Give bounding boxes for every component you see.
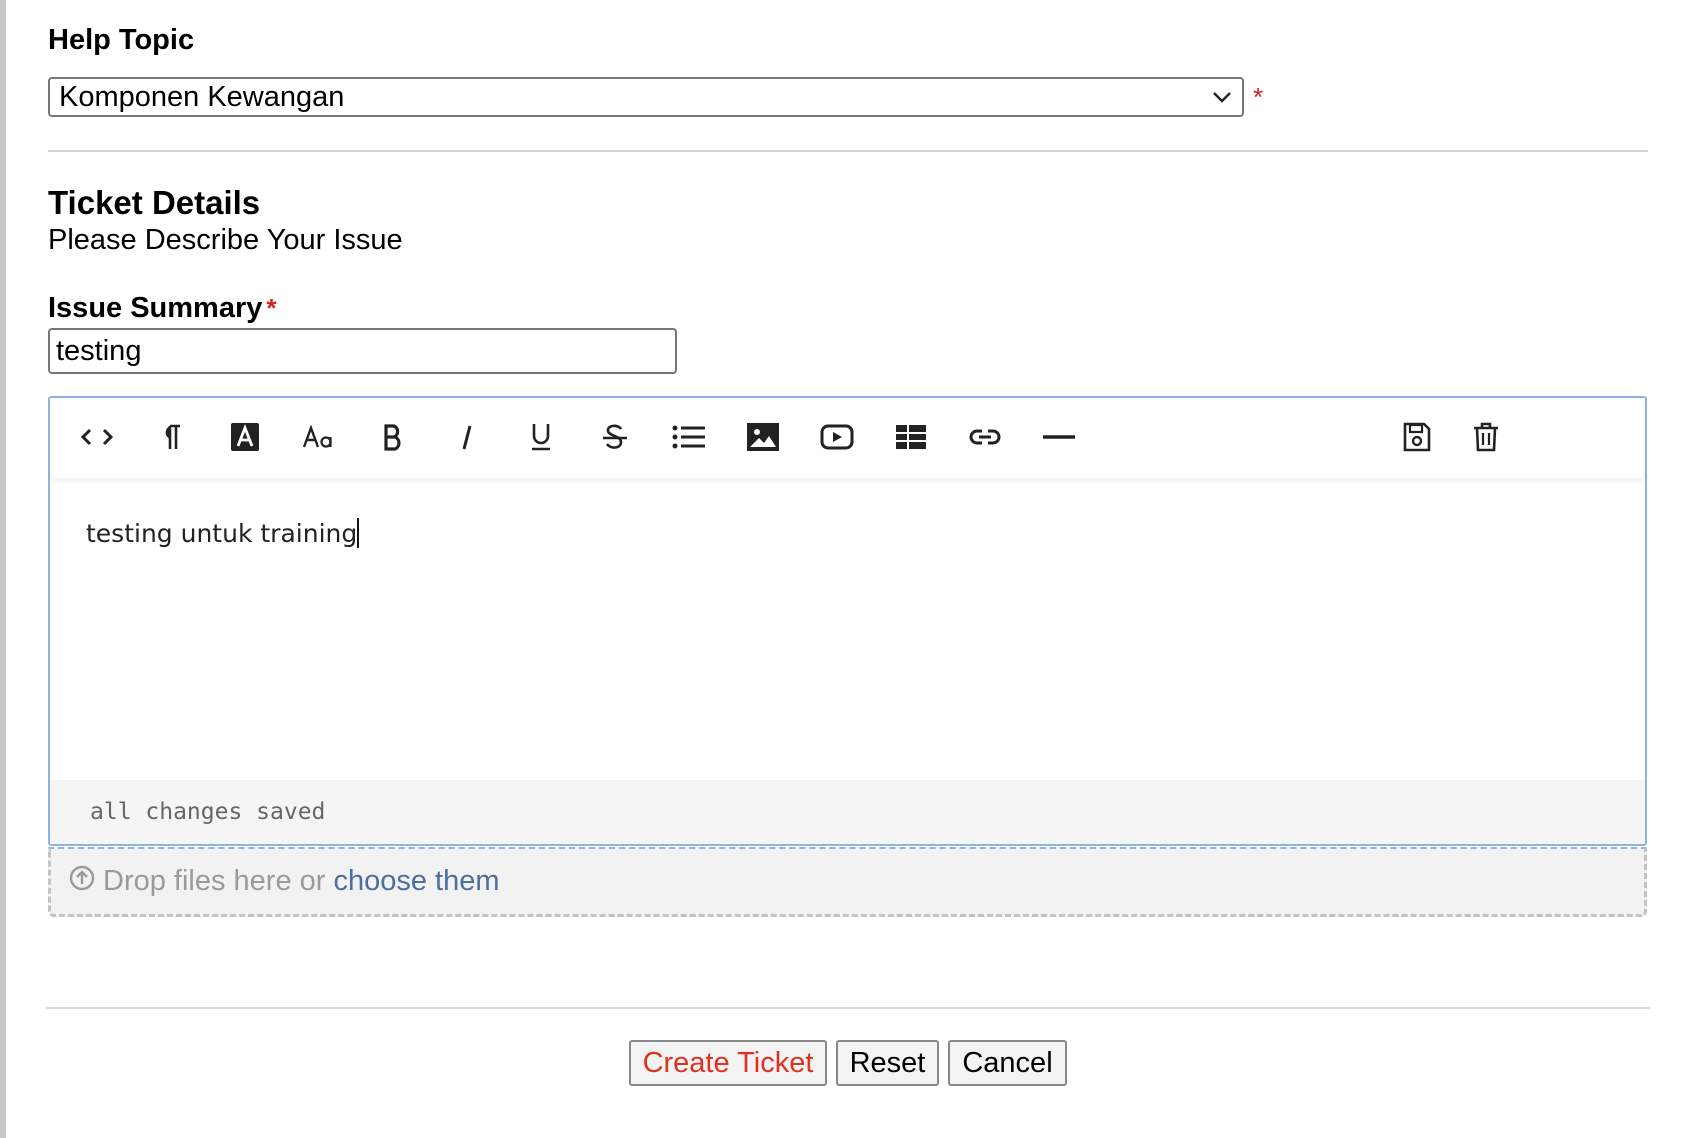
insert-video-icon[interactable]	[812, 412, 862, 462]
rich-text-editor: testing untuk training all changes saved	[48, 396, 1647, 846]
upload-icon	[69, 865, 95, 899]
strikethrough-icon[interactable]	[590, 412, 640, 462]
horizontal-rule-icon[interactable]	[1034, 412, 1084, 462]
italic-icon[interactable]	[442, 412, 492, 462]
text-caret	[357, 518, 360, 548]
ticket-details-title: Ticket Details	[48, 184, 261, 221]
text-color-icon[interactable]	[220, 412, 270, 462]
underline-icon[interactable]	[516, 412, 566, 462]
bold-icon[interactable]	[368, 412, 418, 462]
divider	[46, 1007, 1650, 1009]
paragraph-format-icon[interactable]	[146, 412, 196, 462]
dropzone-prompt: Drop files here or	[103, 865, 326, 897]
font-size-icon[interactable]	[294, 412, 344, 462]
insert-image-icon[interactable]	[738, 412, 788, 462]
ticket-details-subtitle: Please Describe Your Issue	[48, 224, 403, 256]
save-draft-icon[interactable]	[1392, 412, 1442, 462]
left-edge-bar	[0, 0, 6, 1138]
chevron-down-icon	[1202, 79, 1242, 115]
insert-table-icon[interactable]	[886, 412, 936, 462]
help-topic-label: Help Topic	[48, 24, 195, 56]
reset-button[interactable]: Reset	[836, 1040, 939, 1086]
editor-toolbar	[52, 398, 1643, 478]
choose-files-link[interactable]: choose them	[333, 865, 499, 898]
editor-status-bar: all changes saved	[50, 780, 1645, 844]
editor-save-status: all changes saved	[90, 799, 326, 825]
help-topic-required-mark: *	[1253, 82, 1264, 112]
issue-summary-required-mark: *	[266, 293, 277, 323]
delete-draft-icon[interactable]	[1461, 412, 1511, 462]
help-topic-selected-value: Komponen Kewangan	[59, 80, 345, 113]
attachment-dropzone[interactable]: Drop files here or choose them	[48, 847, 1647, 917]
editor-content[interactable]: testing untuk training	[86, 518, 360, 548]
cancel-button[interactable]: Cancel	[948, 1040, 1067, 1086]
unordered-list-icon[interactable]	[664, 412, 714, 462]
divider	[48, 150, 1648, 152]
editor-text: testing untuk training	[86, 519, 358, 548]
help-topic-select[interactable]: Komponen Kewangan	[48, 77, 1244, 117]
code-view-icon[interactable]	[72, 412, 122, 462]
issue-summary-label-text: Issue Summary	[48, 292, 263, 324]
issue-summary-input[interactable]	[48, 328, 677, 374]
issue-summary-label: Issue Summary *	[48, 292, 277, 325]
insert-link-icon[interactable]	[960, 412, 1010, 462]
create-ticket-button[interactable]: Create Ticket	[629, 1040, 827, 1086]
